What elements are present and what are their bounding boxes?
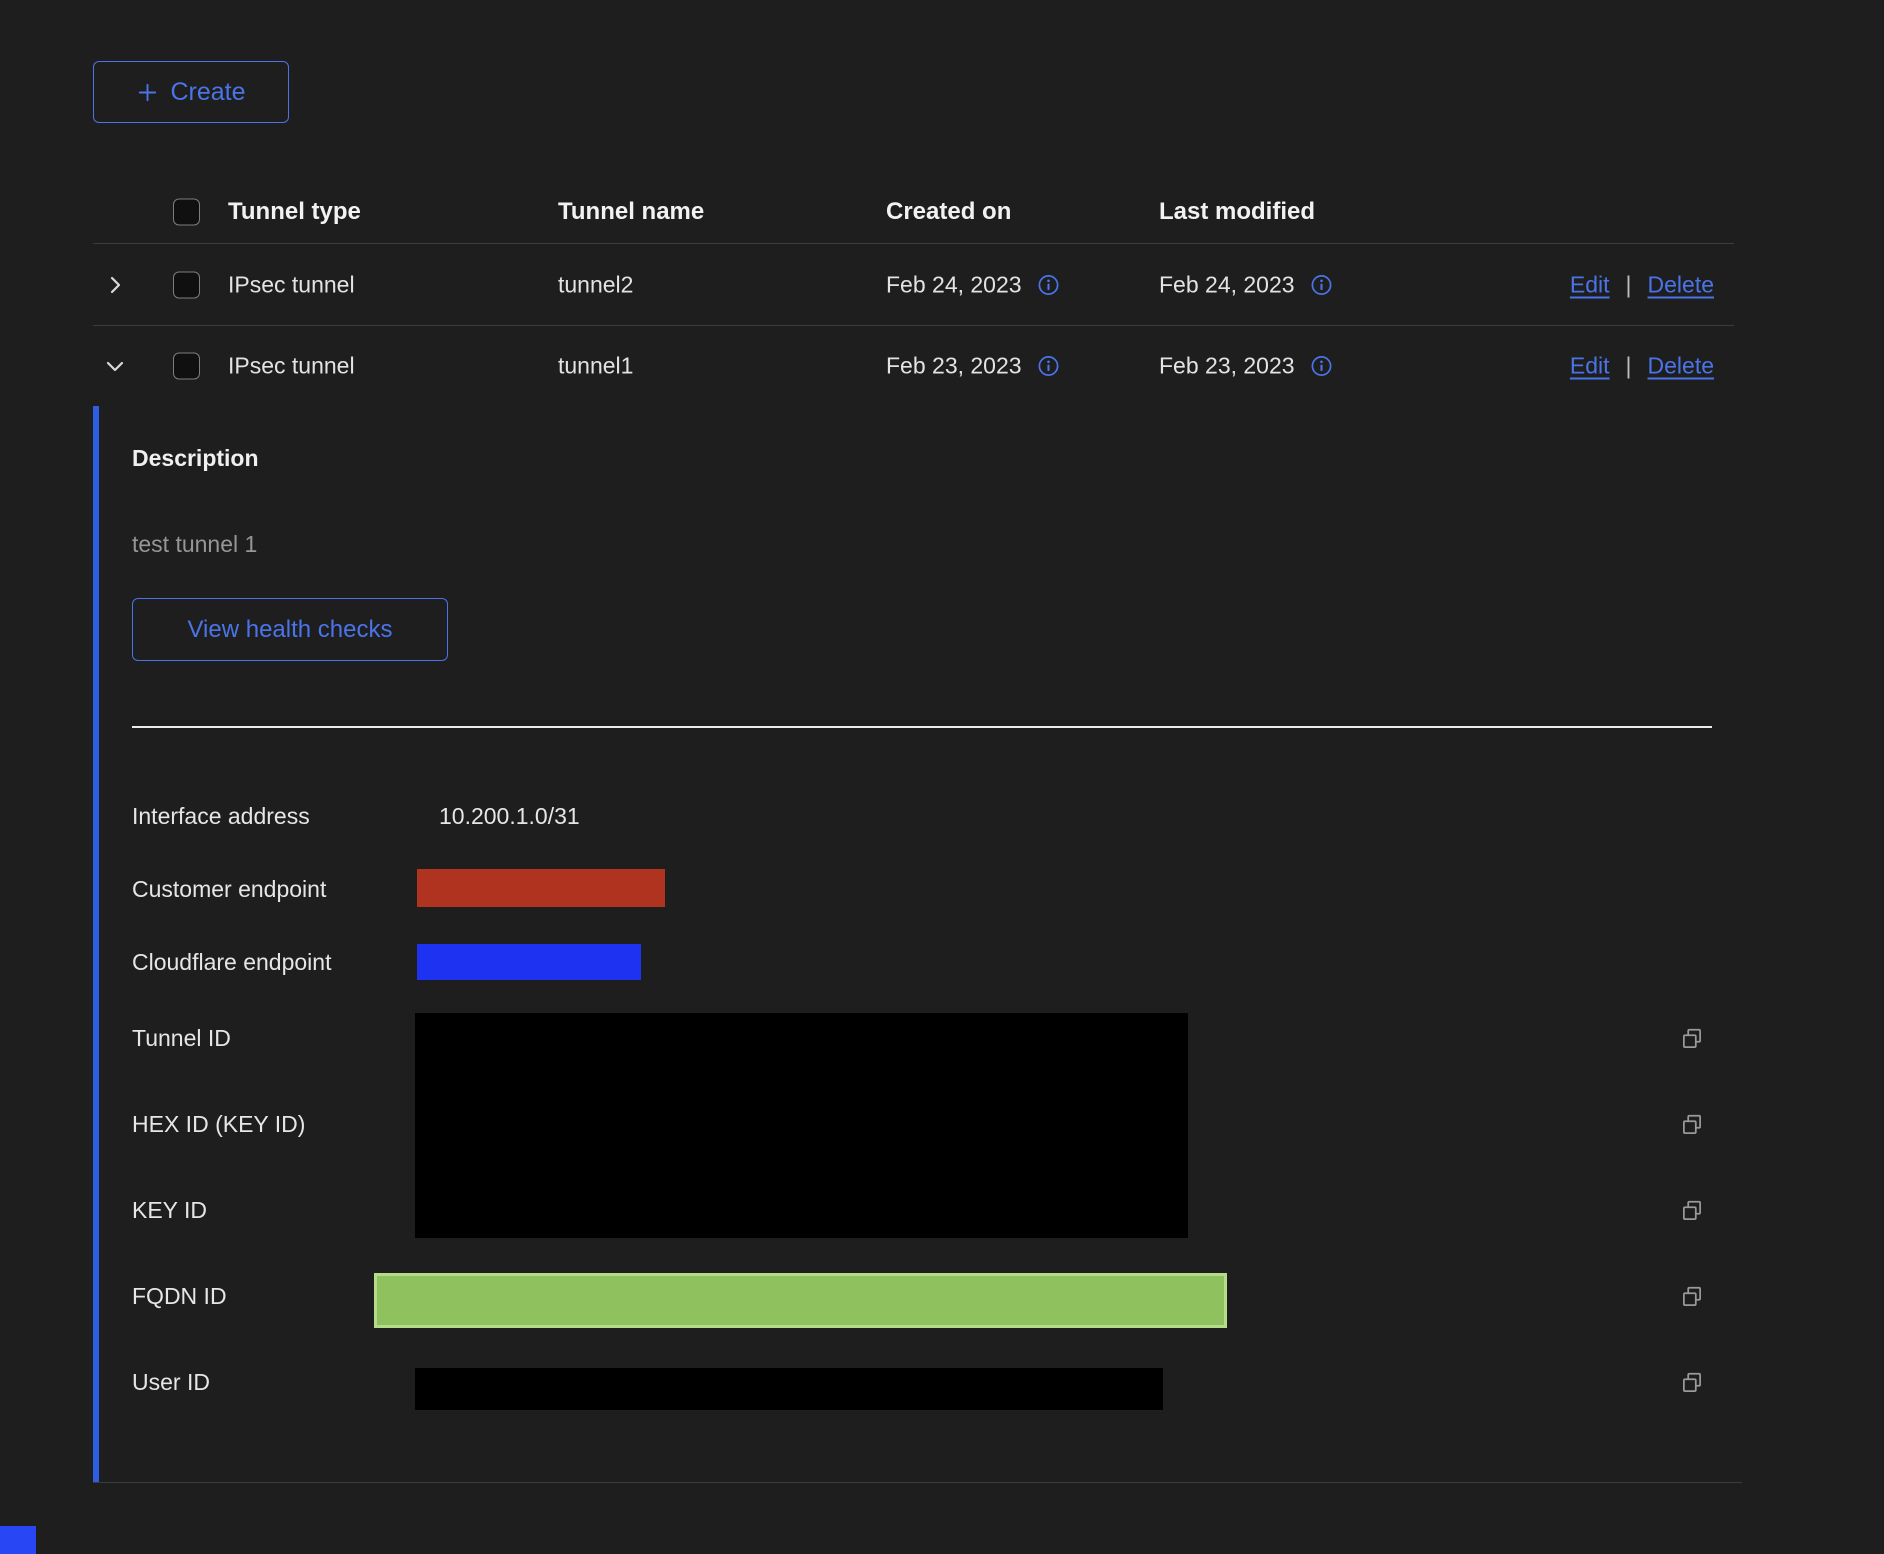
table-row-tunnel1: IPsec tunnel tunnel1 Feb 23, 2023 Feb 23… [93,326,1734,406]
copy-fqdn-id-button[interactable] [1679,1284,1705,1310]
copy-user-id-button[interactable] [1679,1370,1705,1396]
description-heading: Description [132,445,259,472]
tunnels-table: Tunnel type Tunnel name Created on Last … [93,180,1734,406]
last-modified-cell: Feb 23, 2023 [1159,353,1295,380]
copy-icon [1679,1370,1705,1396]
tunnel-name-cell: tunnel1 [558,353,633,380]
tunnel-id-label: Tunnel ID [132,1025,231,1052]
copy-hex-id-button[interactable] [1679,1112,1705,1138]
fqdn-id-redacted-value [374,1273,1227,1328]
action-separator: | [1626,271,1632,298]
chevron-down-icon [103,354,127,378]
created-on-cell: Feb 23, 2023 [886,353,1022,380]
key-id-label: KEY ID [132,1197,207,1224]
delete-link[interactable]: Delete [1648,271,1714,298]
last-modified-cell: Feb 24, 2023 [1159,271,1295,298]
interface-address-label: Interface address [132,803,310,830]
created-on-cell: Feb 24, 2023 [886,271,1022,298]
tunnel-name-cell: tunnel2 [558,271,633,298]
tunnel-type-cell: IPsec tunnel [228,353,355,380]
copy-icon [1679,1112,1705,1138]
divider [132,726,1712,728]
plus-icon [136,81,159,104]
customer-endpoint-redacted-value [417,869,665,907]
info-icon[interactable] [1310,355,1333,378]
view-health-checks-button[interactable]: View health checks [132,598,448,661]
copy-icon [1679,1198,1705,1224]
tunnels-page: Create Tunnel type Tunnel name Created o… [0,0,1884,1554]
ids-redacted-block [415,1013,1188,1238]
interface-address-value: 10.200.1.0/31 [439,803,580,830]
tunnel-type-cell: IPsec tunnel [228,271,355,298]
delete-link[interactable]: Delete [1648,353,1714,380]
header-tunnel-name: Tunnel name [558,198,704,226]
edit-link[interactable]: Edit [1570,271,1610,298]
tunnel-details-panel: Description test tunnel 1 View health ch… [93,406,1734,1482]
info-icon[interactable] [1037,355,1060,378]
header-last-modified: Last modified [1159,198,1315,226]
collapse-row-button[interactable] [103,354,127,378]
create-button[interactable]: Create [93,61,289,123]
corner-accent-block [0,1526,36,1554]
description-text: test tunnel 1 [132,531,257,558]
select-all-checkbox[interactable] [173,198,200,225]
copy-icon [1679,1026,1705,1052]
cloudflare-endpoint-label: Cloudflare endpoint [132,949,331,976]
row-checkbox[interactable] [173,271,200,298]
info-icon[interactable] [1310,273,1333,296]
copy-icon [1679,1284,1705,1310]
header-tunnel-type: Tunnel type [228,198,361,226]
copy-tunnel-id-button[interactable] [1679,1026,1705,1052]
action-separator: | [1626,353,1632,380]
expand-row-button[interactable] [103,273,127,297]
table-bottom-divider [93,1482,1742,1483]
edit-link[interactable]: Edit [1570,353,1610,380]
cloudflare-endpoint-redacted-value [417,944,641,980]
customer-endpoint-label: Customer endpoint [132,876,326,903]
create-button-label: Create [170,78,245,107]
info-icon[interactable] [1037,273,1060,296]
fqdn-id-label: FQDN ID [132,1283,227,1310]
copy-key-id-button[interactable] [1679,1198,1705,1224]
row-checkbox[interactable] [173,353,200,380]
table-row-tunnel2: IPsec tunnel tunnel2 Feb 24, 2023 Feb 24… [93,244,1734,326]
chevron-right-icon [103,273,127,297]
user-id-label: User ID [132,1369,210,1396]
header-created-on: Created on [886,198,1011,226]
table-header: Tunnel type Tunnel name Created on Last … [93,180,1734,244]
user-id-redacted-value [415,1368,1163,1410]
hex-id-label: HEX ID (KEY ID) [132,1111,305,1138]
